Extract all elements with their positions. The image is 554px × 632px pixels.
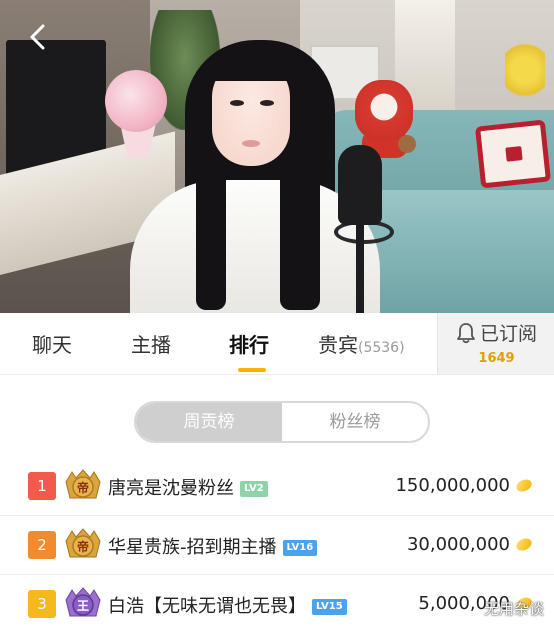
king-medal-icon: 王 (65, 587, 101, 617)
ranking-row[interactable]: 3 王 白浩【无味无谓也无畏】 LV15 5,000,000 (0, 576, 554, 632)
rank-number: 3 (28, 590, 56, 618)
flower-bouquet (105, 70, 167, 132)
pillow (474, 119, 552, 189)
toggle-weekly-contribution[interactable]: 周贡榜 (136, 403, 282, 441)
medal-text: 帝 (77, 539, 89, 554)
contribution-score: 30,000,000 (406, 534, 510, 555)
mic-stand (356, 220, 364, 313)
tab-chat[interactable]: 聊天 (32, 329, 72, 358)
tab-ranking[interactable]: 排行 (229, 329, 269, 358)
tab-vip[interactable]: 贵宾(5536) (318, 329, 405, 358)
streamer-eye-right (260, 100, 274, 106)
active-tab-indicator (238, 368, 266, 372)
streamer-bangs (205, 45, 297, 81)
user-name: 华星贵族-招到期主播 LV16 (108, 533, 318, 559)
user-name-text: 白浩【无味无谓也无畏】 (108, 596, 306, 617)
emperor-medal-icon: 帝 (65, 528, 101, 558)
user-name: 白浩【无味无谓也无畏】 LV15 (108, 592, 347, 618)
toggle-fan-board[interactable]: 粉丝榜 (282, 403, 428, 441)
tab-anchor[interactable]: 主播 (131, 329, 171, 358)
teddy-bear (398, 135, 416, 153)
subscribe-button[interactable]: 已订阅 1649 (437, 313, 554, 374)
subscriber-count: 1649 (478, 351, 515, 366)
level-badge: LV15 (312, 599, 347, 615)
streamer-eye-left (230, 100, 244, 106)
medal-text: 王 (77, 599, 89, 613)
ranking-row[interactable]: 1 帝 唐亮是沈曼粉丝 LV2 150,000,000 (0, 458, 554, 516)
user-name-text: 华星贵族-招到期主播 (108, 537, 277, 558)
rank-number: 2 (28, 531, 56, 559)
back-arrow-icon[interactable] (24, 22, 54, 52)
tab-vip-label: 贵宾 (318, 333, 358, 357)
tab-vip-count: (5536) (358, 340, 405, 356)
coin-icon (514, 477, 534, 494)
user-name: 唐亮是沈曼粉丝 LV2 (108, 474, 268, 500)
live-video[interactable] (0, 0, 554, 313)
ranking-row[interactable]: 2 帝 华星贵族-招到期主播 LV16 30,000,000 (0, 517, 554, 575)
user-name-text: 唐亮是沈曼粉丝 (108, 478, 234, 499)
emperor-medal-icon: 帝 (65, 469, 101, 499)
level-badge: LV16 (282, 540, 318, 556)
board-toggle: 周贡榜 粉丝榜 (134, 401, 430, 443)
contribution-score: 150,000,000 (395, 475, 510, 496)
rank-number: 1 (28, 472, 56, 500)
yellow-flowers (505, 30, 545, 110)
watermark: 无用杂谈 (483, 600, 544, 618)
streamer-lips (242, 140, 260, 147)
coin-icon (514, 536, 534, 553)
plush-fox (355, 80, 413, 140)
level-badge: LV2 (240, 481, 268, 497)
microphone (338, 145, 382, 225)
tab-bar: 聊天 主播 排行 贵宾(5536) 已订阅 1649 (0, 313, 554, 375)
medal-text: 帝 (77, 480, 89, 495)
subscribe-label: 已订阅 (480, 323, 538, 345)
bell-icon (457, 322, 475, 343)
subscribe-row: 已订阅 (456, 319, 537, 346)
